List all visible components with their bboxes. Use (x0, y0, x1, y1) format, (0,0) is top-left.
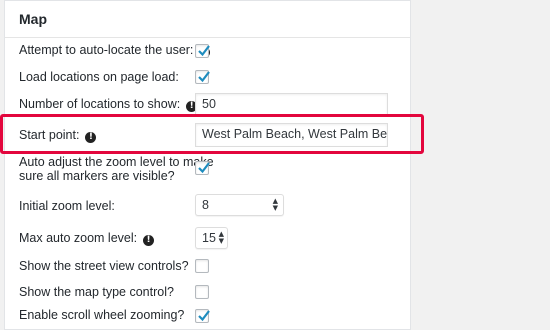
load-on-page-load-label: Load locations on page load: (19, 70, 179, 84)
checkmark-icon (198, 310, 210, 322)
load-on-page-load-checkbox[interactable] (195, 70, 210, 84)
updown-arrows-icon: ▲ ▼ (218, 230, 224, 245)
initial-zoom-select[interactable]: 8 ▲ ▼ (195, 194, 284, 216)
max-zoom-value: 15 (202, 231, 216, 245)
max-zoom-select[interactable]: 15 ▲ ▼ (195, 227, 228, 249)
street-view-row: Show the street view controls? (19, 259, 189, 273)
checkmark-icon (198, 45, 210, 57)
section-title: Map (5, 1, 410, 38)
auto-zoom-checkbox[interactable] (195, 161, 210, 175)
start-point-input[interactable]: West Palm Beach, West Palm Beach, F (195, 123, 388, 147)
auto-zoom-row: Auto adjust the zoom level to make sure … (19, 155, 214, 183)
max-zoom-row: Max auto zoom level:! (19, 231, 155, 246)
updown-arrows-icon: ▲ ▼ (272, 197, 278, 212)
info-icon[interactable]: ! (143, 235, 155, 246)
street-view-label: Show the street view controls? (19, 259, 189, 273)
auto-locate-label: Attempt to auto-locate the user: (19, 43, 194, 57)
scroll-wheel-label: Enable scroll wheel zooming? (19, 308, 185, 322)
scroll-wheel-row: Enable scroll wheel zooming? (19, 308, 184, 322)
info-icon[interactable]: ! (85, 132, 97, 143)
scroll-wheel-checkbox[interactable] (195, 309, 210, 323)
auto-zoom-label-line2: sure all markers are visible? (19, 169, 175, 183)
checkmark-icon (198, 162, 210, 174)
initial-zoom-value: 8 (202, 198, 209, 212)
initial-zoom-label: Initial zoom level: (19, 199, 115, 213)
auto-locate-checkbox[interactable] (195, 44, 210, 58)
checkmark-icon (198, 71, 210, 83)
start-point-label: Start point: (19, 128, 80, 142)
map-type-label: Show the map type control? (19, 285, 174, 299)
max-zoom-label: Max auto zoom level: (19, 231, 138, 245)
initial-zoom-row: Initial zoom level: (19, 199, 115, 213)
load-on-page-load-row: Load locations on page load: (19, 70, 179, 84)
street-view-checkbox[interactable] (195, 259, 209, 273)
auto-locate-row: Attempt to auto-locate the user:! (19, 43, 211, 58)
map-type-checkbox[interactable] (195, 285, 209, 299)
num-locations-label: Number of locations to show: (19, 97, 181, 111)
auto-zoom-label-line1: Auto adjust the zoom level to make (19, 155, 214, 169)
num-locations-row: Number of locations to show:! (19, 97, 198, 112)
start-point-row: Start point:! (19, 128, 97, 143)
map-type-row: Show the map type control? (19, 285, 174, 299)
